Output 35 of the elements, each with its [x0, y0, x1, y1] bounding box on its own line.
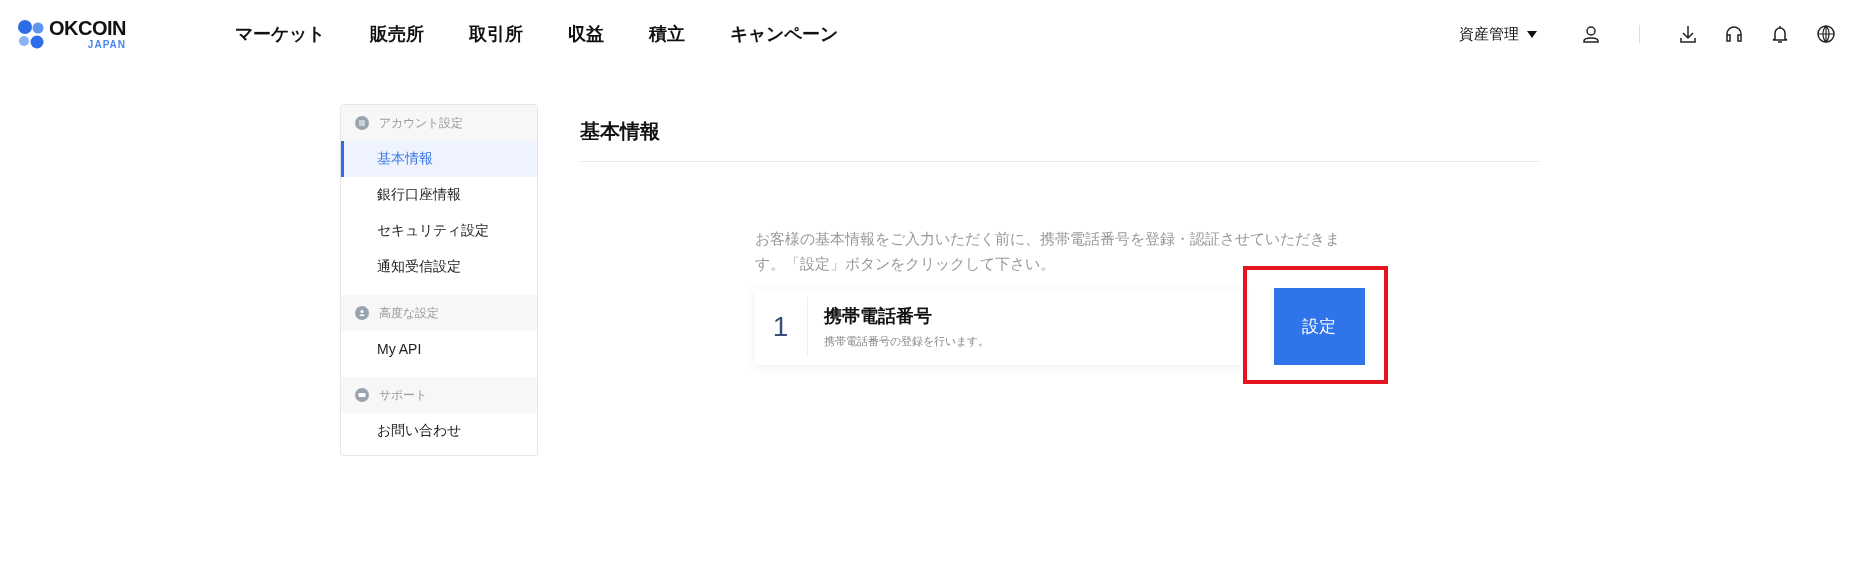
section-title: 高度な設定: [379, 304, 439, 322]
logo-dots-icon: [18, 19, 46, 49]
step-subtitle: 携帯電話番号の登録を行います。: [823, 334, 989, 349]
nav-link[interactable]: 収益: [568, 22, 604, 46]
person-icon: [355, 306, 369, 320]
nav-link[interactable]: 販売所: [370, 22, 424, 46]
user-icon[interactable]: [1581, 24, 1601, 44]
logo-subtitle: JAPAN: [87, 40, 126, 50]
section-title: サポート: [379, 386, 427, 404]
nav-link[interactable]: キャンペーン: [730, 22, 838, 46]
nav-link[interactable]: 取引所: [469, 22, 523, 46]
globe-icon[interactable]: [1816, 24, 1836, 44]
section-title: アカウント設定: [379, 114, 463, 132]
chat-icon: [355, 388, 369, 402]
settings-button[interactable]: 設定: [1273, 288, 1365, 365]
sidebar-item[interactable]: セキュリティ設定: [341, 213, 537, 249]
description-text: お客様の基本情報をご入力いただく前に、携帯電話番号を登録・認証させていただきます。「設定」ボタンをクリックして下さい。: [754, 229, 1341, 274]
okcoin-logo[interactable]: OKCOIN JAPAN: [18, 18, 235, 50]
sidebar-item[interactable]: 基本情報: [341, 141, 537, 177]
headset-icon[interactable]: [1724, 24, 1744, 44]
logo-wordmark: OKCOIN: [49, 18, 126, 38]
sidebar-item[interactable]: 通知受信設定: [341, 249, 537, 285]
nav-link[interactable]: 積立: [649, 22, 685, 46]
step-number: 1: [754, 296, 808, 357]
list-icon: [355, 116, 369, 130]
step-title: 携帯電話番号: [823, 305, 933, 328]
sidebar-item[interactable]: My API: [341, 331, 537, 367]
caret-icon: [1527, 30, 1537, 38]
sidebar-item[interactable]: 銀行口座情報: [341, 177, 537, 213]
page-title: 基本情報: [580, 104, 1539, 162]
asset-menu[interactable]: 資産管理: [1459, 24, 1537, 44]
nav-link[interactable]: マーケット: [235, 22, 325, 46]
sidebar-item[interactable]: お問い合わせ: [341, 413, 537, 449]
download-icon[interactable]: [1678, 24, 1698, 44]
bell-icon[interactable]: [1770, 24, 1790, 44]
